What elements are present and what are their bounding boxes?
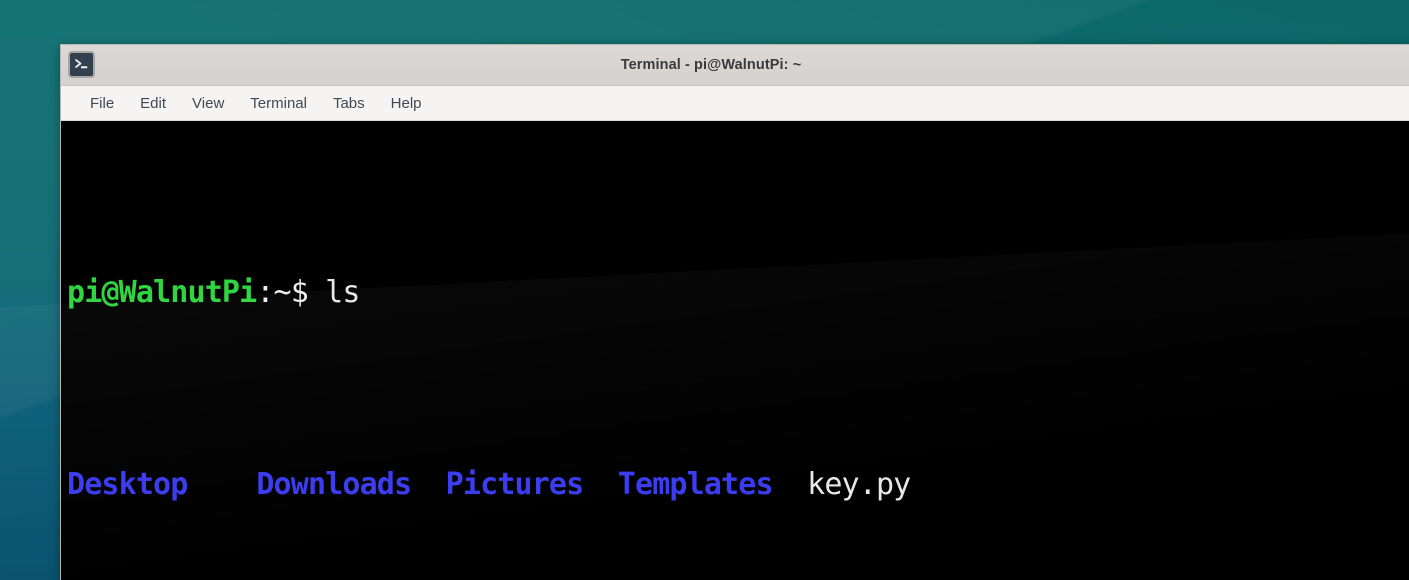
menu-item-view[interactable]: View [181, 92, 235, 115]
menu-bar: File Edit View Terminal Tabs Help [61, 86, 1409, 121]
menu-item-tabs[interactable]: Tabs [322, 92, 376, 115]
terminal-window: Terminal - pi@WalnutPi: ~ File Edit View… [60, 44, 1409, 580]
terminal-icon [68, 51, 95, 78]
menu-item-terminal[interactable]: Terminal [239, 92, 318, 115]
terminal-line-listing-1: Desktop Downloads Pictures Templates key… [67, 461, 1409, 509]
terminal-screen: pi@WalnutPi:~$ ls Desktop Downloads Pict… [67, 125, 1409, 580]
menu-item-help[interactable]: Help [380, 92, 433, 115]
prompt-user-host: pi@WalnutPi [67, 275, 256, 310]
terminal-line-prompt-ls: pi@WalnutPi:~$ ls [67, 269, 1409, 317]
terminal-output-area[interactable]: pi@WalnutPi:~$ ls Desktop Downloads Pict… [61, 121, 1409, 580]
menu-item-file[interactable]: File [79, 92, 125, 115]
window-title-bar[interactable]: Terminal - pi@WalnutPi: ~ [61, 45, 1409, 86]
menu-item-edit[interactable]: Edit [129, 92, 177, 115]
prompt-path: :~$ [256, 275, 308, 310]
window-title: Terminal - pi@WalnutPi: ~ [61, 57, 1409, 73]
listing-dirs-row-1: Desktop Downloads Pictures Templates [67, 467, 807, 502]
listing-file-key-py: key.py [807, 467, 910, 502]
command-ls: ls [308, 275, 360, 310]
desktop-background: Terminal - pi@WalnutPi: ~ File Edit View… [0, 0, 1409, 580]
